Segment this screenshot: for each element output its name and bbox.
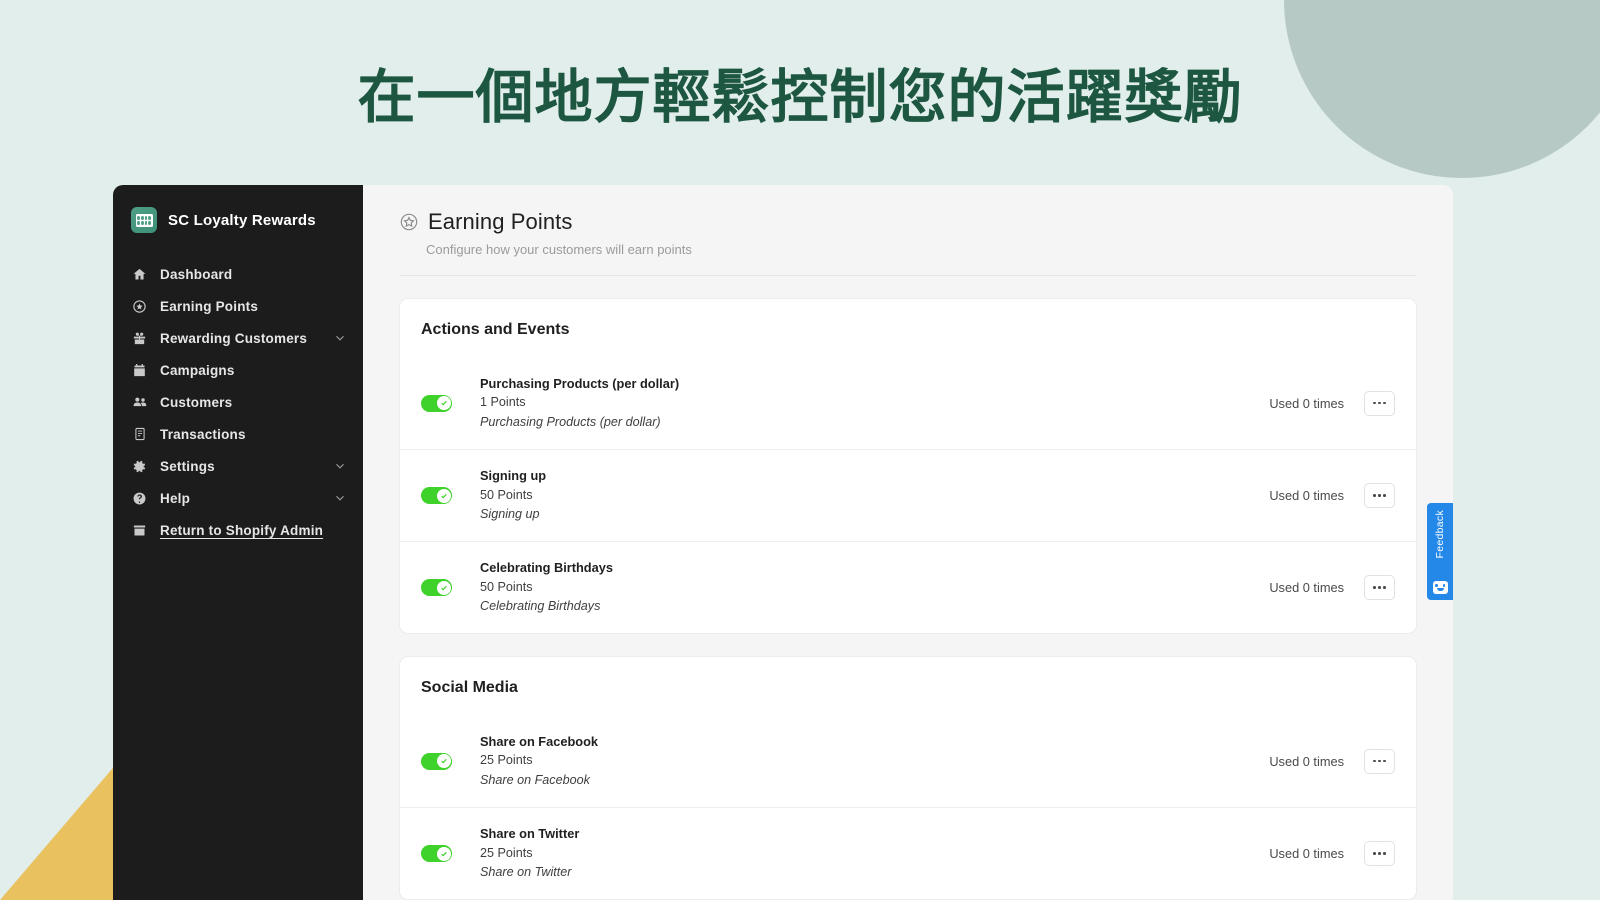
sidebar-item-label: Customers bbox=[160, 394, 233, 410]
help-circle-icon bbox=[131, 491, 148, 506]
rule-description: Share on Facebook bbox=[480, 772, 590, 787]
sidebar-item-rewarding-customers[interactable]: Rewarding Customers bbox=[113, 322, 363, 354]
sidebar-item-label: Campaigns bbox=[160, 362, 235, 378]
chevron-down-icon[interactable] bbox=[333, 331, 347, 345]
sidebar-item-settings[interactable]: Settings bbox=[113, 450, 363, 482]
enable-toggle[interactable] bbox=[421, 845, 452, 862]
sidebar-item-dashboard[interactable]: Dashboard bbox=[113, 258, 363, 290]
earning-rule-row[interactable]: Share on Facebook 25 Points Share on Fac… bbox=[400, 715, 1416, 807]
cards-container: Actions and Events Purchasing Products (… bbox=[363, 276, 1453, 900]
earning-rule-row[interactable]: Signing up 50 Points Signing up Used 0 t… bbox=[400, 449, 1416, 541]
rule-title: Signing up bbox=[480, 468, 547, 484]
sidebar-item-return-to-shopify-admin[interactable]: Return to Shopify Admin bbox=[113, 514, 363, 546]
rule-points: 50 Points bbox=[480, 579, 533, 594]
rule-usage-count: Used 0 times bbox=[1269, 580, 1344, 595]
rule-description: Purchasing Products (per dollar) bbox=[480, 414, 661, 429]
sidebar-item-label: Rewarding Customers bbox=[160, 330, 308, 346]
rule-points: 25 Points bbox=[480, 753, 533, 767]
sidebar-nav: Dashboard Earning Points Rewarding Custo… bbox=[113, 258, 363, 546]
card-title: Actions and Events bbox=[421, 321, 570, 338]
page-subtitle: Configure how your customers will earn p… bbox=[426, 242, 692, 257]
sidebar-item-help[interactable]: Help bbox=[113, 482, 363, 514]
row-more-options-button[interactable] bbox=[1364, 483, 1395, 508]
gear-icon bbox=[131, 459, 148, 474]
rule-points: 1 Points bbox=[480, 395, 526, 409]
document-icon bbox=[131, 427, 148, 441]
star-circle-icon bbox=[399, 212, 419, 232]
rule-description: Celebrating Birthdays bbox=[480, 599, 601, 614]
smiley-face-icon bbox=[1432, 581, 1448, 594]
sidebar-item-transactions[interactable]: Transactions bbox=[113, 418, 363, 450]
rule-title: Share on Facebook bbox=[480, 733, 599, 749]
rule-usage-count: Used 0 times bbox=[1269, 395, 1344, 411]
card-social-media: Social Media Share on Facebook 25 Points… bbox=[399, 656, 1417, 900]
enable-toggle[interactable] bbox=[421, 579, 452, 596]
chevron-down-icon[interactable] bbox=[333, 459, 347, 473]
rule-points: 50 Points bbox=[480, 487, 533, 502]
page-title: Earning Points bbox=[428, 209, 573, 234]
rule-title: Share on Twitter bbox=[480, 826, 580, 842]
sidebar-brand[interactable]: SC Loyalty Rewards bbox=[113, 195, 363, 245]
gift-icon bbox=[131, 331, 148, 346]
toggle-check-icon bbox=[436, 846, 451, 861]
sidebar-item-label: Earning Points bbox=[160, 298, 259, 314]
app-name: SC Loyalty Rewards bbox=[168, 211, 316, 229]
feedback-label: Feedback bbox=[1434, 510, 1446, 559]
sidebar-item-label: Return to Shopify Admin bbox=[160, 522, 324, 538]
enable-toggle[interactable] bbox=[421, 487, 452, 504]
enable-toggle[interactable] bbox=[421, 394, 452, 412]
toggle-check-icon bbox=[436, 754, 451, 768]
page-headline: 在一個地方輕鬆控制您的活躍獎勵 bbox=[357, 63, 1243, 131]
card-actions-and-events: Actions and Events Purchasing Products (… bbox=[399, 298, 1417, 634]
earning-rule-row[interactable]: Purchasing Products (per dollar) 1 Point… bbox=[400, 357, 1416, 449]
people-icon bbox=[131, 394, 148, 410]
toggle-check-icon bbox=[436, 488, 451, 503]
store-icon bbox=[131, 523, 148, 538]
sidebar-item-customers[interactable]: Customers bbox=[113, 386, 363, 418]
sidebar-item-label: Settings bbox=[160, 458, 215, 474]
row-more-options-button[interactable] bbox=[1364, 841, 1395, 866]
card-title: Social Media bbox=[421, 679, 518, 696]
rule-points: 25 Points bbox=[480, 845, 533, 860]
sidebar-item-campaigns[interactable]: Campaigns bbox=[113, 354, 363, 386]
main-content: Earning Points Configure how your custom… bbox=[363, 185, 1453, 900]
sidebar-item-label: Transactions bbox=[160, 426, 246, 442]
rule-usage-count: Used 0 times bbox=[1269, 846, 1344, 861]
rule-usage-count: Used 0 times bbox=[1269, 753, 1344, 769]
row-more-options-button[interactable] bbox=[1364, 390, 1395, 416]
toggle-check-icon bbox=[436, 396, 451, 410]
row-more-options-button[interactable] bbox=[1364, 748, 1395, 774]
calendar-icon bbox=[131, 363, 148, 378]
feedback-tab[interactable]: Feedback bbox=[1427, 503, 1453, 600]
rule-description: Signing up bbox=[480, 507, 540, 522]
rule-title: Purchasing Products (per dollar) bbox=[480, 375, 680, 391]
rule-usage-count: Used 0 times bbox=[1269, 488, 1344, 503]
app-logo-icon bbox=[131, 207, 157, 233]
earning-rule-row[interactable]: Share on Twitter 25 Points Share on Twit… bbox=[400, 807, 1416, 899]
sidebar-item-label: Dashboard bbox=[160, 266, 233, 282]
rule-title: Celebrating Birthdays bbox=[480, 560, 613, 576]
app-window: SC Loyalty Rewards Dashboard Earning Poi… bbox=[113, 185, 1453, 900]
decorative-triangle bbox=[0, 762, 118, 900]
rule-description: Share on Twitter bbox=[480, 865, 572, 880]
sidebar-item-label: Help bbox=[160, 490, 191, 506]
chevron-down-icon[interactable] bbox=[333, 491, 347, 505]
page-header: Earning Points Configure how your custom… bbox=[363, 185, 1453, 257]
row-more-options-button[interactable] bbox=[1364, 575, 1395, 600]
star-circle-icon bbox=[131, 299, 148, 314]
enable-toggle[interactable] bbox=[421, 752, 452, 770]
sidebar-item-earning-points[interactable]: Earning Points bbox=[113, 290, 363, 322]
toggle-check-icon bbox=[436, 580, 451, 595]
sidebar: SC Loyalty Rewards Dashboard Earning Poi… bbox=[113, 185, 363, 900]
earning-rule-row[interactable]: Celebrating Birthdays 50 Points Celebrat… bbox=[400, 541, 1416, 633]
home-icon bbox=[131, 267, 148, 282]
